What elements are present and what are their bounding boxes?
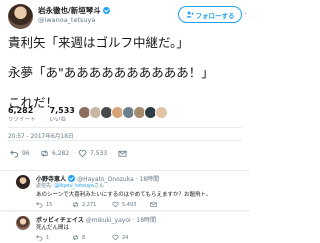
reply-tweet[interactable]: 小野寺恵人 @Hayato_Onozuka · 18時間 返信先: @Ikyou… xyxy=(0,171,250,211)
retweet-icon xyxy=(73,234,78,241)
tweet-actions: 96 6,282 7,533 xyxy=(0,0,250,158)
reply-author-handle[interactable]: @mikuki_yayoi · 18時間 xyxy=(86,217,156,224)
heart-icon xyxy=(112,234,119,241)
liker-avatars xyxy=(78,106,168,119)
reply-icon xyxy=(36,202,43,208)
retweet-count: 6,282 xyxy=(8,106,34,115)
like-action[interactable]: 5,493 xyxy=(112,201,136,208)
dm-action[interactable] xyxy=(150,201,157,208)
like-action[interactable]: 7,533 xyxy=(78,149,107,158)
retweet-label: リツイート xyxy=(8,117,36,123)
heart-icon xyxy=(78,150,87,158)
retweet-action[interactable]: 8 xyxy=(72,234,85,241)
reply-text: 死んだん間は xyxy=(36,225,70,231)
retweet-action[interactable]: 2,271 xyxy=(72,201,96,208)
reply-icon xyxy=(36,235,43,241)
author-handle[interactable]: @iwanoa_tetsuya xyxy=(38,16,95,24)
like-count: 24 xyxy=(122,234,129,241)
liker-avatar[interactable] xyxy=(155,106,168,119)
reply-action[interactable]: 1 xyxy=(36,234,49,241)
reply-count: 96 xyxy=(22,150,30,157)
retweet-action[interactable]: 6,282 xyxy=(40,149,69,158)
reply-to-suffix: さん xyxy=(93,183,104,189)
like-action-count: 7,533 xyxy=(90,150,108,157)
retweet-icon xyxy=(41,150,48,157)
reply-tweet[interactable]: ボッビィチェイス @mikuki_yayoi · 18時間 死んだん間は 1 8… xyxy=(0,212,250,243)
divider xyxy=(8,127,242,128)
like-count: 7,533 xyxy=(49,106,75,115)
verified-badge-icon xyxy=(68,175,76,182)
tweet-timestamp[interactable]: 20:57 - 2017年6月18日 xyxy=(8,131,74,140)
like-stat[interactable]: 7,533 いいね xyxy=(50,106,75,123)
reply-icon xyxy=(10,150,19,158)
retweet-action-count: 6,282 xyxy=(52,150,70,157)
divider xyxy=(8,140,242,141)
reply-to-link[interactable]: @Ikyou_tetsuya xyxy=(54,183,94,189)
tweet-text-line-1: 貴利矢「来週はゴルフ中継だ。」 xyxy=(8,35,189,50)
dm-action[interactable] xyxy=(118,149,127,158)
reply-action[interactable]: 96 xyxy=(10,149,30,158)
like-label: いいね xyxy=(49,117,67,123)
envelope-icon xyxy=(118,150,127,157)
reply-to-line: 返信先: @Ikyou_tetsuyaさん xyxy=(36,182,104,189)
reply-text: あのシーンで大喜利みたいにするのはやめてもらえますか？お題飛ト。 xyxy=(36,192,212,198)
reply-avatar[interactable] xyxy=(16,216,30,230)
heart-icon xyxy=(112,201,119,208)
reply-to-prefix: 返信先: xyxy=(36,183,53,189)
follow-person-icon xyxy=(186,11,194,18)
like-count: 5,493 xyxy=(122,201,137,208)
replies-section: 小野寺恵人 @Hayato_Onozuka · 18時間 返信先: @Ikyou… xyxy=(0,170,250,243)
retweet-icon xyxy=(73,201,78,208)
retweet-count: 2,271 xyxy=(82,201,97,208)
reply-count: 1 xyxy=(46,234,50,241)
envelope-icon xyxy=(150,202,157,207)
reply-count: 15 xyxy=(46,201,53,208)
tweet-text-line-2: 永夢「あ"ああああああああああ！」 xyxy=(8,65,214,80)
tweet-stats: 6,282 リツイート 7,533 いいね xyxy=(8,106,75,123)
reply-avatar[interactable] xyxy=(16,175,30,189)
retweet-count: 8 xyxy=(82,234,86,241)
like-action[interactable]: 24 xyxy=(112,234,128,241)
retweet-stat[interactable]: 6,282 リツイート xyxy=(8,106,36,123)
tweet-card: 岩永徹也/新垣琴斗 @iwanoa_tetsuya フォローする ⌄ 貴利矢「来… xyxy=(0,0,250,170)
reply-action[interactable]: 15 xyxy=(36,201,52,208)
